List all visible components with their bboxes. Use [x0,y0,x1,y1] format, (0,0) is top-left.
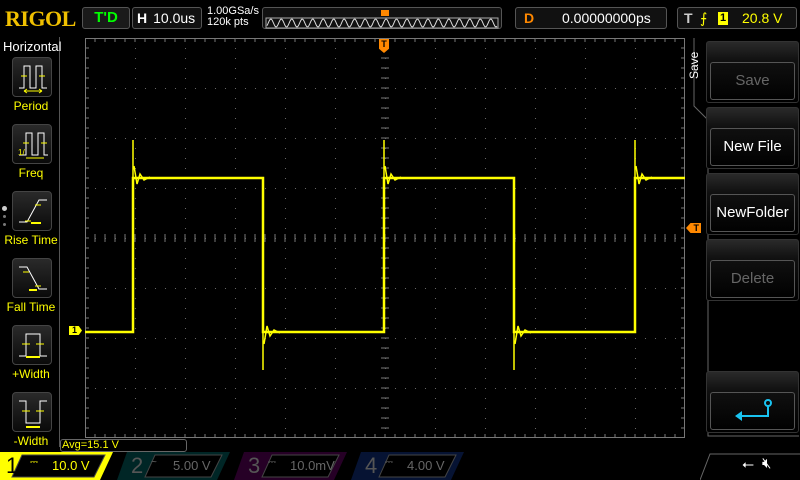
waveform-display[interactable] [85,38,685,438]
channel-scale: 5.00 V [173,452,211,480]
positive-width-icon [13,326,53,366]
usb-icon: ⭠ [742,456,754,473]
period-icon [13,58,53,98]
coupling-icon: ⎓ [385,449,393,477]
new-file-button[interactable]: New File [706,107,799,169]
channel-scale: 4.00 V [407,452,445,480]
channel-3-button[interactable]: 3 ⎓ 10.0mV [234,452,350,480]
acquisition-info: 1.00GSa/s120k pts [207,6,259,28]
trigger-box[interactable]: T ⨍ 1 20.8 V [677,7,797,29]
rigol-logo: RIGOL [5,6,76,32]
save-menu: Save Save New File NewFolder Delete [687,38,800,438]
channel-scale: 10.0 V [52,452,90,480]
measure-period-button[interactable] [12,57,52,97]
newfolder-label: NewFolder [710,194,795,232]
coupling-icon: ⎓ [268,449,276,477]
timebase-value: 10.0us [153,10,195,26]
freq-icon: 1/ [13,125,53,165]
rise-time-icon [13,192,53,232]
measurement-avg: Avg=15.1 V [60,439,187,452]
coupling-icon: ~ [151,449,157,477]
delete-button[interactable]: Delete [706,239,799,301]
measure-label: Rise Time [0,233,62,247]
fall-time-icon [13,259,53,299]
ch1-offset-marker[interactable]: 1 [69,326,82,335]
channel-4-button[interactable]: 4 ⎓ 4.00 V [351,452,467,480]
measure-label: -Width [0,434,62,448]
memory-overview[interactable] [262,7,502,29]
delay-value: 0.00000000ps [562,8,651,28]
delay-box[interactable]: D 0.00000000ps [515,7,667,29]
measure-rise-time-button[interactable] [12,191,52,231]
page-indicator-dot [3,215,6,218]
measure-fall-time-button[interactable] [12,258,52,298]
delay-label: D [524,8,534,28]
channel-number: 2 [131,452,143,480]
return-arrow-icon [711,393,796,429]
newfolder-button[interactable]: NewFolder [706,173,799,235]
measure-negative-width-button[interactable] [12,392,52,432]
page-indicator-dot [3,223,6,226]
page-indicator-dot [2,206,7,211]
sound-muted-icon[interactable]: 🔇︎ [762,455,771,472]
channel-2-button[interactable]: 2 ~ 5.00 V [117,452,233,480]
memory-depth: 120k pts [207,17,259,28]
channel-1-button[interactable]: 1 ⎓ 10.0 V [0,452,116,480]
timebase-label: H [137,10,147,26]
menu-title: Save [687,43,701,83]
menu-title: Horizontal [3,39,62,54]
save-button[interactable]: Save [706,41,799,103]
channel-number: 4 [365,452,377,480]
save-label: Save [710,62,795,100]
channel-number: 1 [6,452,18,480]
rising-edge-icon: ⨍ [700,8,707,28]
trigger-level: 20.8 V [742,8,782,28]
negative-width-icon [13,393,53,433]
measure-label: Freq [0,166,62,180]
delete-label: Delete [710,260,795,298]
timebase-box[interactable]: H 10.0us [132,7,202,29]
measure-label: Fall Time [0,300,62,314]
measure-positive-width-button[interactable] [12,325,52,365]
channel-bar: 1 ⎓ 10.0 V 2 ~ 5.00 V 3 ⎓ 10.0mV 4 ⎓ 4.0… [0,452,800,480]
memory-waveform [263,8,503,30]
trigger-source: 1 [718,12,728,25]
trigger-label: T [684,8,693,28]
ch1-waveform [85,178,685,332]
back-button[interactable] [706,371,799,433]
measure-label: +Width [0,367,62,381]
measure-freq-button[interactable]: 1/ [12,124,52,164]
coupling-icon: ⎓ [30,449,38,477]
channel-scale: 10.0mV [290,452,335,480]
svg-text:1/: 1/ [18,148,25,157]
channel-number: 3 [248,452,260,480]
measure-label: Period [0,99,62,113]
measure-menu: Horizontal Period 1/ Freq Rise Time Fall … [0,37,60,447]
run-status-badge[interactable]: T'D [82,7,130,29]
new-file-label: New File [710,128,795,166]
